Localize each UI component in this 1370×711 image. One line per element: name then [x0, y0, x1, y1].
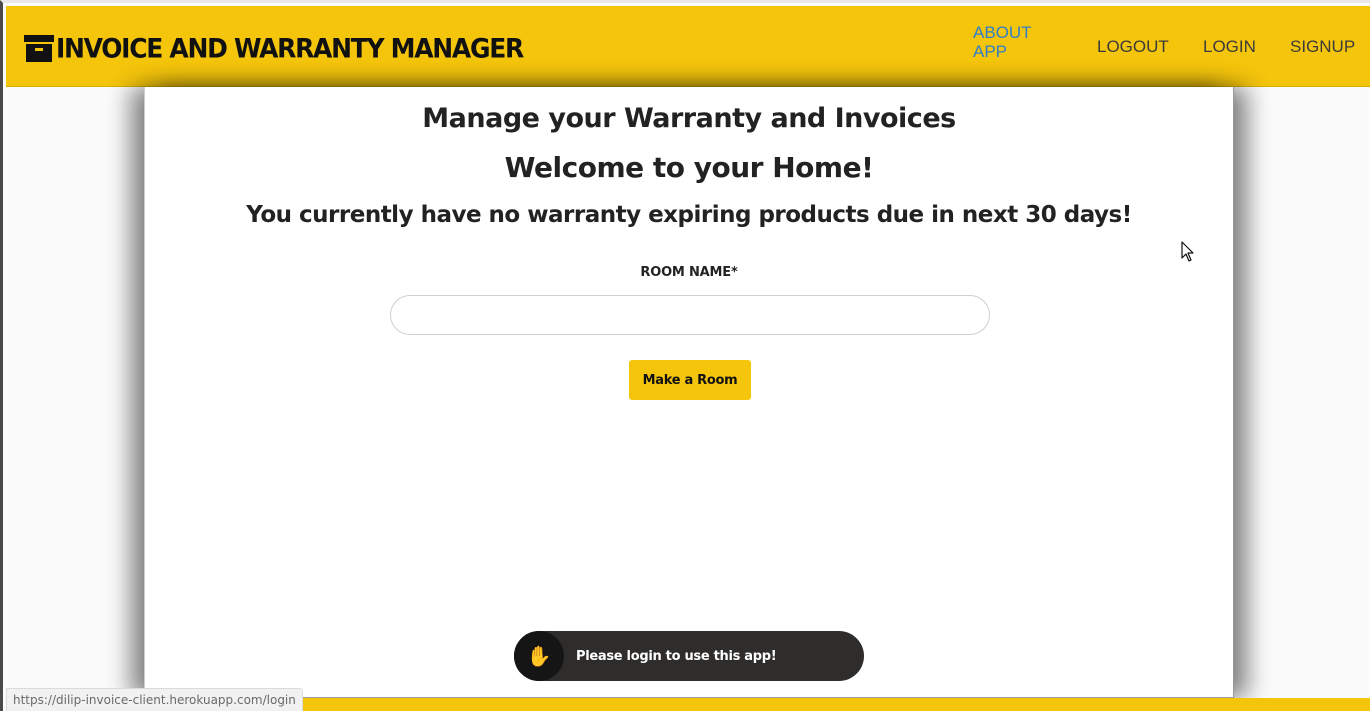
browser-viewport: Invoice and Warranty Manager ABOUT APP L… — [0, 0, 1370, 711]
toast-message: Please login to use this app! — [576, 648, 777, 664]
nav-signup[interactable]: SIGNUP — [1290, 37, 1355, 57]
nav-login[interactable]: LOGIN — [1203, 37, 1256, 57]
home-card: Manage your Warranty and Invoices Welcom… — [144, 87, 1234, 698]
make-room-button[interactable]: Make a Room — [629, 360, 751, 400]
warranty-notice: You currently have no warranty expiring … — [246, 202, 1132, 228]
raised-hand-icon: ✋ — [514, 631, 564, 681]
navbar: Invoice and Warranty Manager ABOUT APP L… — [6, 6, 1370, 87]
archive-box-icon — [24, 33, 54, 63]
room-name-label: ROOM NAME* — [640, 265, 738, 280]
nav-logout[interactable]: LOGOUT — [1097, 37, 1169, 57]
brand-logo[interactable]: Invoice and Warranty Manager — [24, 32, 524, 64]
status-bar-url: https://dilip-invoice-client.herokuapp.c… — [6, 688, 303, 711]
mouse-cursor-icon — [1181, 241, 1194, 262]
page-heading: Manage your Warranty and Invoices — [422, 103, 956, 134]
room-name-input[interactable] — [390, 295, 990, 335]
welcome-heading: Welcome to your Home! — [504, 151, 874, 184]
login-toast[interactable]: ✋ Please login to use this app! — [514, 631, 864, 681]
brand-title: Invoice and Warranty Manager — [56, 32, 524, 64]
nav-about-app[interactable]: ABOUT APP — [973, 23, 1053, 61]
